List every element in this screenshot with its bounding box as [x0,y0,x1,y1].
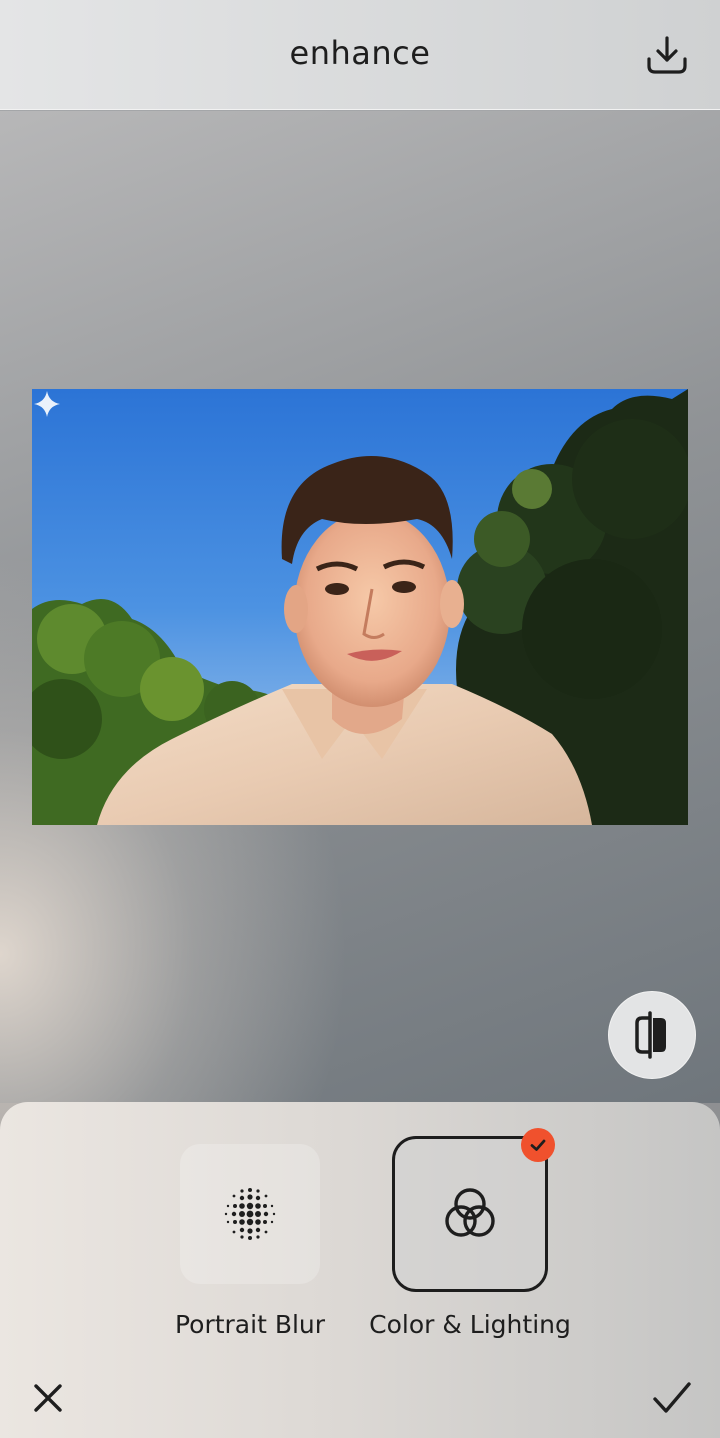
tool-color-lighting-tile[interactable] [392,1136,548,1292]
top-bar: enhance [0,0,720,110]
dot-grid-icon [224,1188,276,1240]
download-icon [647,36,687,74]
selected-badge [521,1128,555,1162]
portrait-photo [32,389,688,825]
apply-button[interactable] [648,1374,696,1422]
close-icon [34,1384,62,1412]
tools-panel: Portrait Blur Color & Lighting [0,1102,720,1438]
tool-portrait-blur[interactable]: Portrait Blur [175,1144,325,1339]
tool-portrait-blur-label: Portrait Blur [174,1310,326,1339]
photo-preview [32,389,688,825]
compare-button[interactable] [608,991,696,1079]
close-button[interactable] [24,1374,72,1422]
tool-color-lighting-label: Color & Lighting [369,1310,571,1339]
sparkle-icon [34,391,60,417]
compare-icon [635,1011,666,1059]
checkmark-icon [653,1382,691,1413]
tool-portrait-blur-tile[interactable] [180,1144,320,1284]
page-title: enhance [289,34,431,72]
download-button[interactable] [644,32,690,78]
image-canvas [0,111,720,1103]
overlapping-circles-icon [445,1188,495,1237]
check-small-icon [530,1139,546,1151]
tool-color-lighting[interactable]: Color & Lighting [369,1128,571,1339]
